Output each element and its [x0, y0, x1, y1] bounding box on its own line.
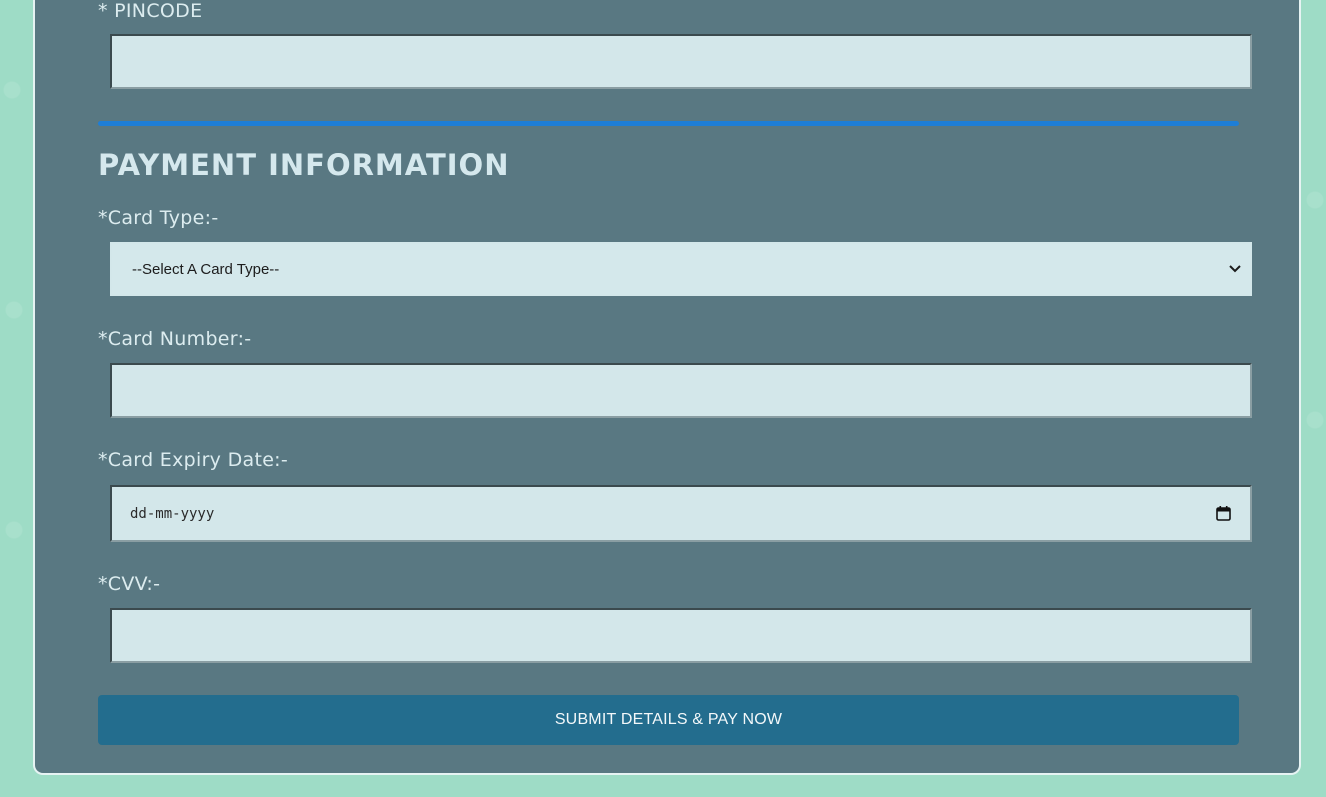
- card-expiry-label: *Card Expiry Date:-: [98, 449, 289, 471]
- cvv-label: *CVV:-: [98, 573, 161, 595]
- section-divider: [98, 121, 1239, 126]
- card-type-select[interactable]: --Select A Card Type--: [110, 242, 1252, 296]
- cvv-input[interactable]: [110, 608, 1252, 663]
- date-placeholder: dd-mm-yyyy: [130, 505, 215, 522]
- pincode-label: * PINCODE: [98, 0, 203, 22]
- card-type-label: *Card Type:-: [98, 207, 219, 229]
- submit-pay-button[interactable]: SUBMIT DETAILS & PAY NOW: [98, 695, 1239, 745]
- calendar-icon[interactable]: [1214, 505, 1232, 523]
- pincode-input[interactable]: [110, 34, 1252, 89]
- card-expiry-date-input[interactable]: dd-mm-yyyy: [110, 485, 1252, 542]
- payment-information-heading: PAYMENT INFORMATION: [98, 148, 510, 182]
- chevron-down-icon: [1228, 262, 1242, 276]
- card-number-input[interactable]: [110, 363, 1252, 418]
- card-type-selected-value: --Select A Card Type--: [132, 260, 280, 278]
- card-number-label: *Card Number:-: [98, 328, 252, 350]
